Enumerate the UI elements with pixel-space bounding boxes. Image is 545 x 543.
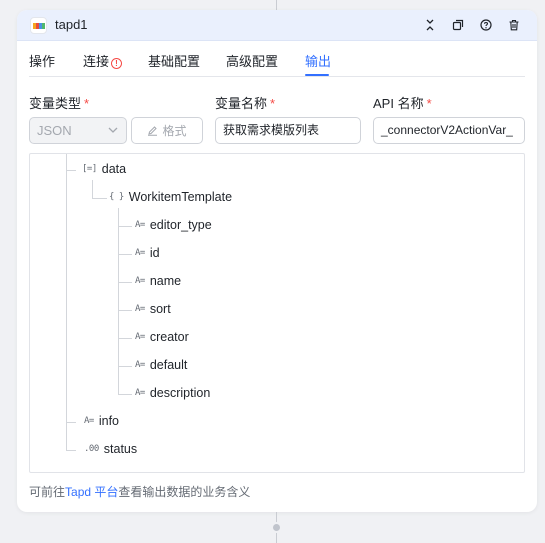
var-name-label-text: 变量名称	[215, 96, 268, 111]
active-tab-indicator	[305, 74, 329, 76]
tree-node-creator[interactable]: A= creator	[135, 330, 189, 344]
tree-connector	[118, 282, 132, 283]
tree-node-label: status	[103, 442, 138, 456]
var-type-label-text: 变量类型	[29, 96, 82, 111]
node-title[interactable]: tapd1	[55, 17, 88, 32]
tree-connector	[118, 366, 132, 367]
var-type-value: JSON	[37, 123, 72, 138]
string-type-icon: A=	[135, 304, 145, 314]
tree-node-label: WorkitemTemplate	[128, 190, 233, 204]
tab-connection-label: 连接	[83, 54, 110, 69]
string-type-icon: A=	[135, 248, 145, 258]
tree-connector	[66, 154, 67, 451]
tree-node-label: editor_type	[149, 218, 212, 232]
string-type-icon: A=	[135, 276, 145, 286]
var-type-select[interactable]: JSON	[29, 117, 127, 144]
tree-node-label: description	[149, 386, 211, 400]
tree-node-id[interactable]: A= id	[135, 246, 160, 260]
var-type-label: 变量类型 *	[29, 93, 89, 112]
tree-node-label: name	[149, 274, 182, 288]
var-name-label: 变量名称 *	[215, 93, 275, 112]
tree-node-label: sort	[149, 302, 171, 316]
tree-node-name[interactable]: A= name	[135, 274, 181, 288]
tree-node-default[interactable]: A= default	[135, 358, 187, 372]
tab-output[interactable]: 输出	[305, 51, 331, 70]
add-node-handle[interactable]	[271, 522, 282, 533]
output-schema-tree: [=] data { } WorkitemTemplate A= editor_…	[29, 153, 525, 473]
api-name-input[interactable]: _connectorV2ActionVar_	[373, 117, 525, 144]
tab-operation[interactable]: 操作	[29, 51, 55, 70]
tree-node-label: info	[98, 414, 119, 428]
hint-suffix: 查看输出数据的业务含义	[118, 485, 251, 499]
array-type-icon: [=]	[82, 164, 97, 174]
help-icon[interactable]	[479, 18, 493, 32]
var-name-input[interactable]: 获取需求模版列表	[215, 117, 361, 144]
tree-node-info[interactable]: A= info	[84, 414, 119, 428]
tree-connector	[118, 394, 132, 395]
tab-bar: 操作 连接! 基础配置 高级配置 输出	[29, 48, 525, 77]
number-type-icon: .00	[84, 444, 99, 454]
api-name-label: API 名称 *	[373, 93, 432, 112]
tree-connector	[66, 450, 76, 451]
string-type-icon: A=	[135, 360, 145, 370]
tree-node-label: default	[149, 358, 188, 372]
tree-connector	[92, 180, 93, 199]
node-header: tapd1	[17, 10, 537, 41]
output-hint: 可前往Tapd 平台查看输出数据的业务含义	[29, 483, 250, 500]
delete-icon[interactable]	[507, 18, 521, 32]
tree-node-data[interactable]: [=] data	[82, 162, 126, 176]
copy-icon[interactable]	[451, 18, 465, 32]
required-mark: *	[84, 96, 90, 111]
tree-node-editor-type[interactable]: A= editor_type	[135, 218, 212, 232]
chevron-down-icon	[108, 127, 118, 133]
string-type-icon: A=	[135, 388, 145, 398]
format-label: 格式	[162, 124, 187, 138]
tree-node-status[interactable]: .00 status	[84, 442, 137, 456]
edit-icon	[148, 126, 158, 136]
required-mark: *	[426, 96, 432, 111]
string-type-icon: A=	[135, 332, 145, 342]
tree-connector	[66, 422, 76, 423]
hint-prefix: 可前往	[29, 485, 66, 499]
flow-connector-top	[276, 0, 277, 10]
tab-connection[interactable]: 连接!	[83, 51, 123, 70]
tree-connector	[66, 170, 76, 171]
api-name-label-text: API 名称	[373, 96, 424, 111]
tree-connector	[92, 198, 107, 199]
collapse-icon[interactable]	[423, 18, 437, 32]
tree-connector	[118, 254, 132, 255]
tree-node-label: data	[101, 162, 127, 176]
tree-connector	[118, 310, 132, 311]
tapd-logo-icon	[30, 17, 47, 34]
tree-node-workitem-template[interactable]: { } WorkitemTemplate	[109, 190, 232, 204]
string-type-icon: A=	[135, 220, 145, 230]
warning-icon: !	[111, 58, 123, 69]
tree-node-description[interactable]: A= description	[135, 386, 210, 400]
format-button[interactable]: 格式	[131, 117, 203, 144]
tapd-platform-link[interactable]: Tapd 平台	[65, 485, 118, 499]
string-type-icon: A=	[84, 416, 94, 426]
scrollbar-track[interactable]	[524, 154, 525, 473]
node-card: tapd1 操作 连接! 基础配置 高级配置 输出 变量类型 * 变量名称 * AP…	[17, 10, 537, 512]
object-type-icon: { }	[109, 192, 124, 202]
tab-basic-config[interactable]: 基础配置	[148, 51, 200, 70]
tab-advanced-config[interactable]: 高级配置	[226, 51, 278, 70]
tree-node-sort[interactable]: A= sort	[135, 302, 171, 316]
tree-node-label: id	[149, 246, 160, 260]
required-mark: *	[270, 96, 276, 111]
tree-connector	[118, 226, 132, 227]
tree-node-label: creator	[149, 330, 189, 344]
tree-connector	[118, 338, 132, 339]
